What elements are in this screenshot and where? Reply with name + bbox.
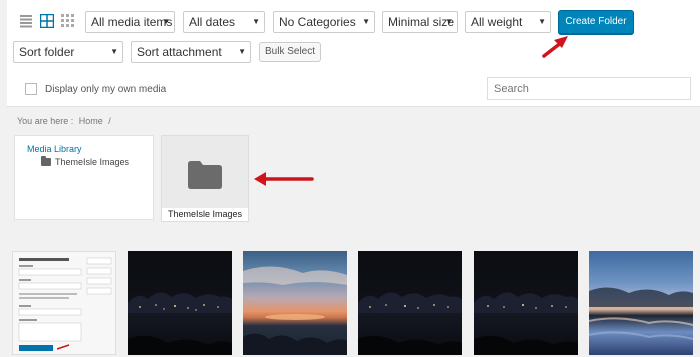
night-coast-thumbnail (358, 292, 462, 355)
tree-item-label: ThemeIsle Images (55, 157, 130, 167)
categories-select[interactable]: No Categories ▼ (273, 11, 375, 33)
bulk-select-button[interactable]: Bulk Select (259, 42, 321, 62)
breadcrumb-separator: / (108, 116, 111, 126)
sunset-coast-thumbnail (243, 266, 347, 355)
tree-item-themeisle-images[interactable]: ThemeIsle Images (41, 156, 130, 167)
breadcrumb-prefix: You are here : (17, 116, 74, 126)
gallery-item-night-photo[interactable] (128, 251, 232, 355)
categories-value: No Categories (279, 15, 356, 29)
folder-thumbnail (162, 136, 248, 208)
sort-attachment-value: Sort attachment (137, 45, 222, 59)
folder-icon (41, 156, 51, 166)
gallery-item-night-photo[interactable] (358, 251, 462, 355)
media-type-value: All media items (91, 15, 173, 29)
search-input[interactable] (487, 77, 691, 100)
chevron-down-icon: ▼ (162, 17, 170, 26)
breadcrumb-home[interactable]: Home (79, 116, 103, 126)
chevron-down-icon: ▼ (538, 17, 546, 26)
dates-select[interactable]: All dates ▼ (183, 11, 265, 33)
gallery-item-sunset-photo[interactable] (243, 251, 347, 355)
weight-value: All weight (471, 15, 523, 29)
night-coast-thumbnail (128, 292, 232, 355)
gallery-item-night-photo[interactable] (474, 251, 578, 355)
sunset-reflection-thumbnail (589, 287, 693, 340)
chevron-down-icon: ▼ (110, 47, 118, 56)
annotation-arrow-up-icon (542, 36, 568, 58)
chevron-down-icon: ▼ (362, 17, 370, 26)
dates-value: All dates (189, 15, 236, 29)
tree-item-media-library[interactable]: Media Library (27, 144, 82, 154)
list-view-icon[interactable] (19, 14, 33, 28)
annotation-arrow-left-icon (254, 172, 314, 186)
folder-icon (188, 161, 222, 189)
media-toolbar: All media items ▼ All dates ▼ No Categor… (7, 0, 700, 107)
size-select[interactable]: Minimal size ▼ (382, 11, 458, 33)
night-coast-thumbnail (474, 292, 578, 355)
create-folder-button[interactable]: Create Folder (558, 10, 634, 34)
chevron-down-icon: ▼ (445, 17, 453, 26)
own-media-label: Display only my own media (45, 84, 167, 95)
folder-name: ThemeIsle Images (167, 209, 243, 219)
sort-folder-select[interactable]: Sort folder ▼ (13, 41, 123, 63)
folder-tile-themeisle-images[interactable]: ThemeIsle Images (161, 135, 249, 222)
chevron-down-icon: ▼ (238, 47, 246, 56)
chevron-down-icon: ▼ (252, 17, 260, 26)
grid-view-icon[interactable] (39, 13, 55, 29)
own-media-checkbox[interactable] (25, 83, 37, 95)
gallery-item-screenshot[interactable] (12, 251, 116, 355)
small-grid-view-icon[interactable] (61, 14, 75, 28)
sort-folder-value: Sort folder (19, 45, 75, 59)
gallery-item-sunset-reflection-photo[interactable] (589, 251, 693, 355)
sort-attachment-select[interactable]: Sort attachment ▼ (131, 41, 251, 63)
breadcrumb: You are here : Home / (17, 116, 114, 126)
media-type-select[interactable]: All media items ▼ (85, 11, 175, 33)
screenshot-thumbnail (13, 252, 115, 354)
folder-tree: Media Library ThemeIsle Images (14, 135, 154, 220)
weight-select[interactable]: All weight ▼ (465, 11, 551, 33)
